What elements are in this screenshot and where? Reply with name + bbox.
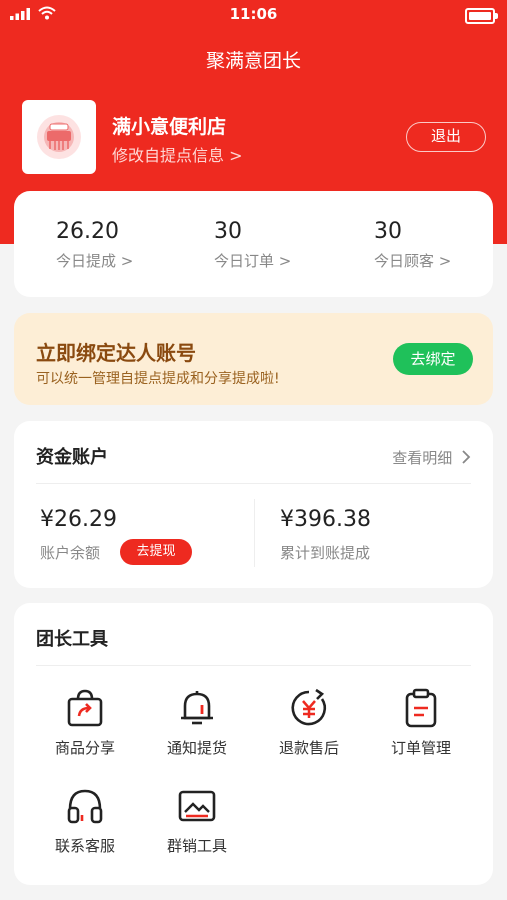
view-details-link[interactable]: 查看明细: [392, 447, 471, 468]
bind-account-banner: 立即绑定达人账号 可以统一管理自提点提成和分享提成啦! 去绑定: [14, 313, 493, 405]
battery-icon: [465, 8, 498, 24]
bind-banner-title: 立即绑定达人账号: [36, 341, 196, 365]
balance-amount: ¥26.29: [40, 507, 117, 532]
stat-value: 30: [374, 219, 402, 244]
total-commission-amount: ¥396.38: [280, 507, 371, 532]
tool-label: 订单管理: [390, 739, 451, 757]
chevron-right-icon: [462, 450, 471, 464]
tool-label: 退款售后: [278, 739, 339, 757]
tool-product-share[interactable]: 商品分享: [30, 687, 140, 758]
logout-button[interactable]: 退出: [406, 122, 486, 152]
stat-label: 今日顾客 >: [374, 252, 452, 270]
tool-label: 通知提货: [166, 739, 227, 757]
divider: [36, 665, 471, 666]
tool-contact-support[interactable]: 联系客服: [30, 785, 140, 856]
funds-account-card: 资金账户 查看明细 ¥26.29 账户余额 去提现 ¥396.38 累计到账提成: [14, 421, 493, 588]
total-commission-label: 累计到账提成: [280, 544, 371, 562]
tool-refund-aftersale[interactable]: 退款售后: [254, 687, 364, 758]
bind-banner-subtitle: 可以统一管理自提点提成和分享提成啦!: [36, 371, 280, 387]
refund-icon: [291, 688, 327, 726]
tool-group-marketing[interactable]: 群销工具: [142, 785, 252, 856]
share-bag-icon: [67, 689, 103, 727]
bell-icon: [181, 691, 213, 725]
today-stats-card: 26.20 今日提成 > 30 今日订单 > 30 今日顾客 >: [14, 191, 493, 297]
view-details-label: 查看明细: [392, 449, 453, 467]
clipboard-icon: [405, 688, 437, 728]
stat-value: 30: [214, 219, 242, 244]
image-icon: [178, 790, 216, 822]
withdraw-button[interactable]: 去提现: [120, 539, 192, 565]
stat-orders[interactable]: 30 今日订单 >: [214, 219, 291, 271]
stat-customers[interactable]: 30 今日顾客 >: [374, 219, 451, 271]
stat-value: 26.20: [56, 219, 119, 244]
tool-label: 联系客服: [54, 837, 115, 855]
divider: [254, 499, 255, 567]
page-title: 聚满意团长: [205, 50, 301, 72]
balance-label: 账户余额: [40, 544, 101, 562]
funds-title: 资金账户: [36, 447, 108, 468]
store-logo-icon: [37, 115, 81, 159]
tool-order-management[interactable]: 订单管理: [366, 687, 476, 758]
tool-notify-pickup[interactable]: 通知提货: [142, 687, 252, 758]
status-time: 11:06: [229, 5, 278, 23]
stat-commission[interactable]: 26.20 今日提成 >: [56, 219, 133, 271]
edit-pickup-info-link[interactable]: 修改自提点信息 >: [112, 142, 243, 166]
stat-label: 今日提成 >: [56, 252, 134, 270]
store-avatar[interactable]: [22, 100, 96, 174]
store-name: 满小意便利店: [112, 116, 227, 138]
stat-label: 今日订单 >: [214, 252, 292, 270]
tool-label: 群销工具: [166, 837, 227, 855]
leader-tools-card: 团长工具 商品分享 通知提货 退款售后 订单管理 联系客服 群销工具: [14, 603, 493, 885]
bind-button[interactable]: 去绑定: [393, 343, 473, 375]
status-bar: 11:06: [0, 0, 507, 28]
divider: [36, 483, 471, 484]
tool-label: 商品分享: [54, 739, 115, 757]
tools-title: 团长工具: [36, 629, 108, 650]
headset-icon: [67, 789, 103, 824]
